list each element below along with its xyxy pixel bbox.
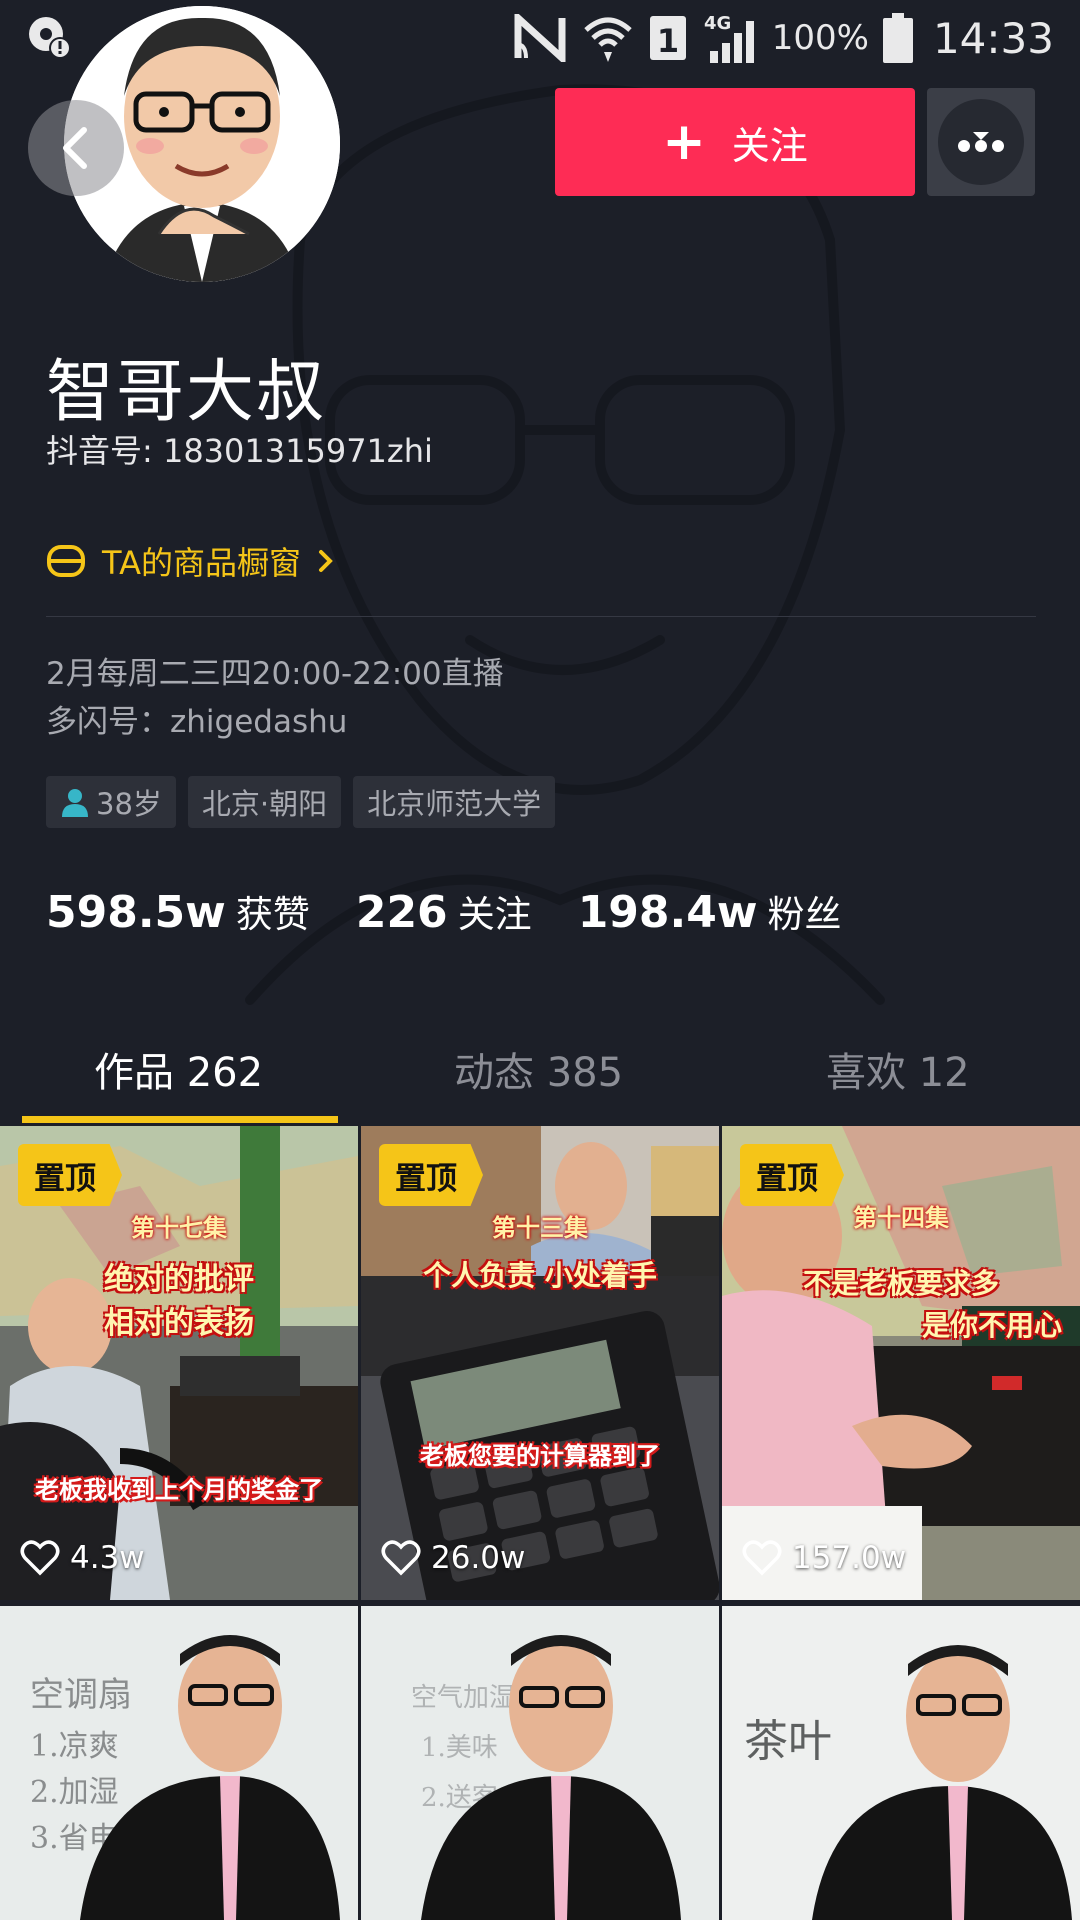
video-thumbnail[interactable]: 置顶 第十七集 绝对的批评 相对的表扬 老板我收到上个月的奖金了 4.3w: [0, 1126, 358, 1600]
chevron-left-icon: [63, 127, 87, 169]
followers-count[interactable]: 198.4w: [578, 887, 758, 938]
tab-liked[interactable]: 喜欢 12: [826, 1040, 970, 1098]
likes-count-text: 157.0w: [792, 1540, 907, 1576]
video-thumbnail[interactable]: 置顶 第十三集 个人负责 小处着手 老板您要的计算器到了 26.0w: [361, 1126, 719, 1600]
profile-stats: 598.5w 获赞 226 关注 198.4w 粉丝: [46, 884, 888, 938]
divider: [46, 616, 1036, 617]
whiteboard-text: 空调扇: [30, 1675, 132, 1715]
pinned-badge: 置顶: [18, 1144, 122, 1206]
location-text: 北京·朝阳: [201, 787, 328, 821]
sim-label: 1: [657, 22, 679, 60]
following-label[interactable]: 关注: [458, 884, 532, 938]
shop-cart-icon: [47, 545, 85, 577]
school-tag: 北京师范大学: [353, 776, 556, 828]
heart-icon: [742, 1540, 782, 1576]
whiteboard-text: 茶叶: [744, 1716, 832, 1767]
likes-count-text: 4.3w: [70, 1540, 145, 1576]
school-text: 北京师范大学: [367, 787, 542, 821]
age-text: 38岁: [96, 787, 162, 821]
video-likes: 4.3w: [20, 1540, 145, 1576]
bio-line: 2月每周二三四20:00-22:00直播: [46, 656, 504, 692]
follow-label: 关注: [731, 123, 808, 168]
battery-icon: [882, 13, 913, 63]
more-dots-icon: [958, 132, 1004, 152]
episode-label: 第十七集: [131, 1214, 227, 1242]
back-button[interactable]: [28, 100, 124, 196]
subtitle-text: 老板您要的计算器到了: [420, 1442, 660, 1470]
caption-line: 个人负责 小处着手: [423, 1259, 657, 1292]
shop-window-link[interactable]: TA的商品橱窗: [46, 538, 335, 584]
following-count[interactable]: 226: [356, 887, 448, 938]
episode-label: 第十四集: [853, 1204, 949, 1232]
age-tag: 38岁: [46, 776, 176, 828]
caption-line: 不是老板要求多: [802, 1267, 999, 1300]
subtitle-text: 老板我收到上个月的奖金了: [35, 1476, 323, 1504]
video-thumbnail[interactable]: 空调扇 1.凉爽 2.加湿 3.省电: [0, 1606, 358, 1920]
plus-icon: +: [662, 112, 706, 172]
caption-line: 相对的表扬: [104, 1306, 254, 1341]
profile-tabs: 作品 262 动态 385 喜欢 12: [0, 1040, 1080, 1124]
episode-label: 第十三集: [492, 1214, 588, 1242]
douyin-id: 抖音号: 18301315971zhi: [46, 432, 433, 470]
profile-tags: 38岁 北京·朝阳 北京师范大学: [46, 776, 556, 828]
nfc-icon: [514, 14, 566, 62]
tab-works[interactable]: 作品 262: [94, 1040, 263, 1098]
video-thumbnail[interactable]: 茶叶: [722, 1606, 1080, 1920]
whiteboard-text: 1.凉爽: [30, 1729, 119, 1764]
heart-icon: [381, 1540, 421, 1576]
battery-percentage: 100%: [771, 18, 869, 58]
likes-count: 598.5w: [46, 887, 226, 938]
whiteboard-text: 2.加湿: [30, 1775, 119, 1810]
person-icon: [62, 789, 88, 817]
cellular-signal-icon: 4G: [704, 13, 754, 63]
video-frame: 空调扇 1.凉爽 2.加湿 3.省电: [0, 1606, 358, 1920]
video-frame: 茶叶: [722, 1606, 1080, 1920]
pinned-badge: 置顶: [740, 1144, 844, 1206]
bio-line: 多闪号：zhigedashu: [46, 704, 348, 740]
pinned-badge: 置顶: [379, 1144, 483, 1206]
shop-window-label: TA的商品橱窗: [102, 544, 301, 582]
wifi-icon: [584, 17, 632, 62]
video-likes: 157.0w: [742, 1540, 906, 1576]
video-thumbnail[interactable]: 空气加湿 1.美味 2.送客: [361, 1606, 719, 1920]
video-grid: 置顶 第十七集 绝对的批评 相对的表扬 老板我收到上个月的奖金了 4.3w 置顶…: [0, 1126, 1080, 1920]
caption-line: 绝对的批评: [104, 1262, 254, 1297]
followers-label[interactable]: 粉丝: [768, 884, 842, 938]
chevron-right-icon: [318, 550, 333, 572]
heart-icon: [20, 1540, 60, 1576]
location-tag: 北京·朝阳: [187, 776, 342, 828]
likes-label: 获赞: [235, 893, 310, 936]
whiteboard-text: 空气加湿: [411, 1683, 515, 1713]
more-options-button[interactable]: [927, 88, 1035, 196]
video-thumbnail[interactable]: 置顶 第十四集 不是老板要求多 是你不用心 157.0w: [722, 1126, 1080, 1600]
video-frame: 空气加湿 1.美味 2.送客: [361, 1606, 719, 1920]
active-tab-indicator: [22, 1116, 338, 1123]
network-type-label: 4G: [704, 13, 731, 34]
caption-line: 是你不用心: [921, 1309, 1062, 1342]
follow-button[interactable]: + 关注: [555, 88, 915, 196]
clock: 14:33: [932, 13, 1054, 63]
sim-card-icon: 1: [649, 16, 686, 60]
likes-count-text: 26.0w: [431, 1540, 526, 1576]
video-likes: 26.0w: [381, 1540, 525, 1576]
profile-nickname: 智哥大叔: [46, 353, 327, 432]
notification-icon: [29, 17, 71, 59]
tab-moments[interactable]: 动态 385: [454, 1040, 623, 1098]
whiteboard-text: 1.美味: [421, 1733, 498, 1763]
